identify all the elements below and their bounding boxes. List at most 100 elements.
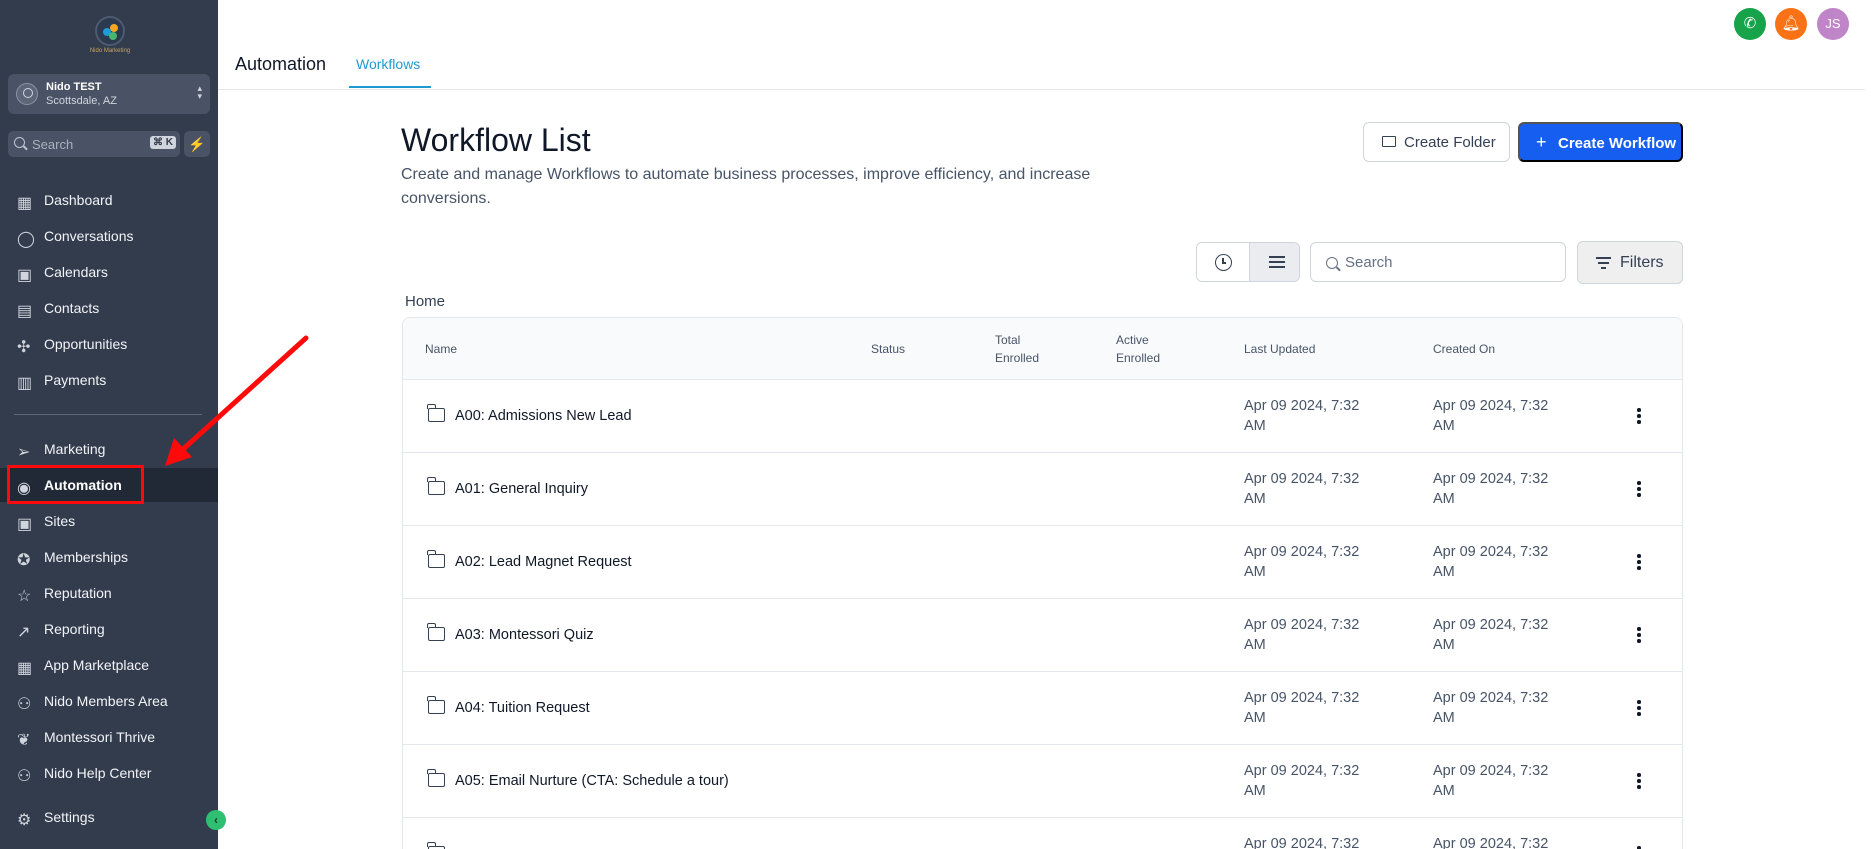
sidebar-item-label: Settings (44, 809, 95, 825)
date-text: Apr 09 2024, 7:32 (1433, 763, 1549, 779)
workflow-name[interactable]: A00: Admissions New Lead (455, 408, 632, 424)
table-row[interactable]: A00: Admissions New Lead Apr 09 2024, 7:3… (403, 380, 1682, 453)
more-options-icon[interactable] (1631, 406, 1647, 426)
more-options-icon[interactable] (1631, 552, 1647, 572)
sidebar-item-label: Opportunities (44, 336, 128, 352)
column-header-name[interactable]: Name (425, 340, 457, 358)
folder-icon (427, 550, 445, 568)
more-options-icon[interactable] (1631, 698, 1647, 718)
apps-icon: ▦ (17, 660, 33, 677)
recent-view-button[interactable] (1197, 243, 1249, 281)
table-row[interactable]: A04: Tuition Request Apr 09 2024, 7:32 AM A… (403, 672, 1682, 745)
sidebar: Nido Marketing Nido TEST Scottsdale, AZ … (0, 0, 226, 849)
breadcrumb-home[interactable]: Home (405, 293, 445, 310)
table-row[interactable]: A05: Email Nurture (CTA: Schedule a tour… (403, 745, 1682, 818)
sidebar-item-nido-help-center[interactable]: ⚇ Nido Help Center (0, 756, 218, 790)
created-on: Apr 09 2024, 7:32 (1433, 834, 1573, 849)
created-on: Apr 09 2024, 7:32 AM (1433, 542, 1573, 582)
sidebar-search[interactable]: Search ⌘ K (8, 131, 180, 157)
user-avatar[interactable]: JS (1817, 8, 1849, 40)
workflow-name[interactable]: A02: Lead Magnet Request (455, 554, 632, 570)
tab-workflows[interactable]: Workflows (356, 56, 420, 72)
date-text: Apr 09 2024, 7:32 (1244, 763, 1360, 779)
filters-button[interactable]: Filters (1577, 241, 1683, 284)
more-options-icon[interactable] (1631, 844, 1647, 849)
sidebar-item-reporting[interactable]: ↗ Reporting (0, 612, 218, 646)
location-icon (16, 83, 38, 105)
list-view-button[interactable] (1249, 243, 1299, 281)
payments-icon: ▥ (17, 375, 33, 392)
last-updated: Apr 09 2024, 7:32 AM (1244, 688, 1384, 728)
column-header-status[interactable]: Status (871, 340, 905, 358)
sidebar-item-settings[interactable]: ⚙ Settings (0, 800, 218, 834)
more-options-icon[interactable] (1631, 625, 1647, 645)
sidebar-item-memberships[interactable]: ✪ Memberships (0, 540, 218, 574)
collapse-sidebar-icon[interactable]: ‹ (206, 810, 226, 830)
more-options-icon[interactable] (1631, 771, 1647, 791)
sidebar-item-label: Contacts (44, 300, 100, 316)
search-input[interactable] (1345, 252, 1555, 272)
sidebar-item-calendars[interactable]: ▣ Calendars (0, 255, 218, 289)
time-text: AM (1244, 491, 1266, 507)
sidebar-item-opportunities[interactable]: ✣ Opportunities (0, 327, 218, 361)
sidebar-search-placeholder: Search (32, 137, 74, 152)
table-row[interactable]: A01: General Inquiry Apr 09 2024, 7:32 AM A… (403, 453, 1682, 526)
create-workflow-button[interactable]: + Create Workflow (1518, 122, 1683, 162)
date-text: Apr 09 2024, 7:32 (1244, 690, 1360, 706)
time-text: AM (1433, 783, 1455, 799)
workflow-name[interactable]: A05: Email Nurture (CTA: Schedule a tour… (455, 773, 729, 789)
sidebar-item-montessori-thrive[interactable]: ❦ Montessori Thrive (0, 720, 218, 754)
date-text: Apr 09 2024, 7:32 (1244, 617, 1360, 633)
sidebar-item-payments[interactable]: ▥ Payments (0, 363, 218, 397)
sidebar-item-conversations[interactable]: ◯ Conversations (0, 219, 218, 253)
workflow-name[interactable]: A01: General Inquiry (455, 481, 588, 497)
time-text: AM (1433, 637, 1455, 653)
workflow-name[interactable]: A04: Tuition Request (455, 700, 590, 716)
sidebar-item-label: Reputation (44, 585, 112, 601)
sidebar-item-reputation[interactable]: ☆ Reputation (0, 576, 218, 610)
column-header-active-enrolled[interactable]: Active Enrolled (1116, 331, 1160, 367)
table-header: Name Status Total Enrolled Active Enrolled… (403, 318, 1682, 380)
phone-icon[interactable]: ✆ (1734, 8, 1766, 40)
created-on: Apr 09 2024, 7:32 AM (1433, 688, 1573, 728)
sidebar-item-nido-members-area[interactable]: ⚇ Nido Members Area (0, 684, 218, 718)
time-text: AM (1244, 418, 1266, 434)
search-icon (1326, 257, 1338, 269)
created-on: Apr 09 2024, 7:32 AM (1433, 761, 1573, 801)
page-section-title: Automation (235, 54, 327, 74)
create-workflow-label: Create Workflow (1558, 135, 1677, 152)
workflow-search (1310, 242, 1566, 282)
logo-icon (95, 16, 125, 46)
created-on: Apr 09 2024, 7:32 AM (1433, 396, 1573, 436)
sidebar-item-label: App Marketplace (44, 657, 150, 673)
account-location: Scottsdale, AZ (46, 95, 117, 107)
workflow-name[interactable]: A03: Montessori Quiz (455, 627, 594, 643)
sidebar-item-marketing[interactable]: ➢ Marketing (0, 432, 218, 466)
sidebar-item-label: Memberships (44, 549, 129, 565)
column-header-total-enrolled[interactable]: Total Enrolled (995, 331, 1039, 367)
sidebar-item-app-marketplace[interactable]: ▦ App Marketplace (0, 648, 218, 682)
chat-icon: ◯ (17, 231, 35, 248)
create-folder-button[interactable]: Create Folder (1363, 122, 1510, 162)
folder-icon (427, 477, 445, 495)
column-header-last-updated[interactable]: Last Updated (1244, 340, 1315, 358)
sidebar-item-contacts[interactable]: ▤ Contacts (0, 291, 218, 325)
sidebar-item-label: Nido Help Center (44, 765, 152, 781)
date-text: Apr 09 2024, 7:32 (1433, 617, 1549, 633)
sidebar-item-dashboard[interactable]: ▦ Dashboard (0, 183, 218, 217)
table-row[interactable]: Apr 09 2024, 7:32 Apr 09 2024, 7:32 (403, 818, 1682, 849)
column-header-created-on[interactable]: Created On (1433, 340, 1495, 358)
membership-icon: ✪ (17, 552, 31, 569)
quick-action-bolt-icon[interactable]: ⚡ (184, 131, 210, 157)
more-options-icon[interactable] (1631, 479, 1647, 499)
brand-logo[interactable]: Nido Marketing (88, 16, 132, 56)
calendar-icon: ▣ (17, 267, 33, 284)
sidebar-item-label: Sites (44, 513, 76, 529)
table-row[interactable]: A02: Lead Magnet Request Apr 09 2024, 7:3… (403, 526, 1682, 599)
sidebar-item-label: Nido Members Area (44, 693, 168, 709)
sidebar-item-sites[interactable]: ▣ Sites (0, 504, 218, 538)
account-switcher[interactable]: Nido TEST Scottsdale, AZ ▴ ▾ (8, 74, 210, 114)
time-text: AM (1244, 564, 1266, 580)
bell-icon[interactable]: 🔔︎ (1775, 8, 1807, 40)
table-row[interactable]: A03: Montessori Quiz Apr 09 2024, 7:32 AM A… (403, 599, 1682, 672)
